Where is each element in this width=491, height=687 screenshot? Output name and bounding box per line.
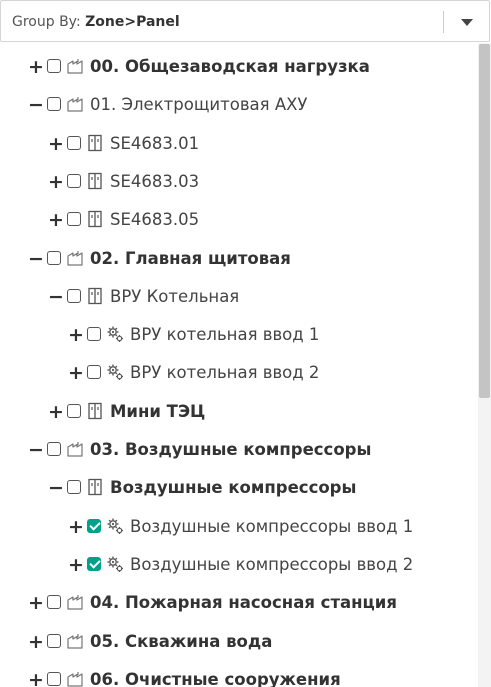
group-by-panel: Group By: Zone>Panel +00. Общезаводская …	[0, 0, 491, 687]
collapse-icon[interactable]: −	[48, 287, 64, 307]
tree-node-checkbox[interactable]	[87, 365, 101, 380]
tree-node-checkbox[interactable]	[47, 59, 61, 73]
expand-icon[interactable]: +	[28, 57, 44, 77]
scrollbar-thumb[interactable]	[479, 44, 490, 398]
panel-icon	[86, 287, 104, 305]
tree-node[interactable]: + ВРУ котельная ввод 2	[0, 355, 478, 393]
expand-icon[interactable]: +	[28, 670, 44, 687]
expand-icon[interactable]: +	[68, 517, 84, 537]
tree-node-checkbox[interactable]	[47, 671, 61, 686]
group-by-value: Zone>Panel	[85, 14, 180, 30]
device-icon	[106, 363, 124, 381]
expand-icon[interactable]: +	[28, 632, 44, 652]
tree-node[interactable]: − 01. Электрощитовая АХУ	[0, 87, 478, 125]
zone-icon	[66, 57, 84, 75]
expand-icon[interactable]: +	[68, 555, 84, 575]
tree-node-checkbox[interactable]	[47, 250, 61, 265]
expand-icon[interactable]: +	[48, 134, 64, 154]
tree-node-label: 03. Воздушные компрессоры	[90, 440, 372, 459]
group-by-dropdown[interactable]: Group By: Zone>Panel	[0, 0, 490, 42]
tree-node-checkbox[interactable]	[67, 480, 81, 495]
tree-node-checkbox[interactable]	[67, 212, 81, 227]
tree-node[interactable]: +04. Пожарная насосная станция	[0, 585, 478, 623]
tree-node[interactable]: +06. Очистные сооружения	[0, 662, 478, 687]
tree-node[interactable]: + Воздушные компрессоры ввод 1	[0, 509, 478, 547]
tree-node[interactable]: + Мини ТЭЦ	[0, 394, 478, 432]
collapse-icon[interactable]: −	[28, 440, 44, 460]
tree-node[interactable]: +00. Общезаводская нагрузка	[0, 49, 478, 87]
expand-icon[interactable]: +	[68, 363, 84, 383]
tree-node-label: 04. Пожарная насосная станция	[90, 593, 397, 613]
tree-node-checkbox[interactable]	[47, 595, 61, 610]
zone-icon	[66, 440, 84, 458]
tree-node-checkbox[interactable]	[67, 173, 81, 188]
tree-node[interactable]: − 03. Воздушные компрессоры	[0, 432, 478, 470]
tree-node-label: SE4683.01	[110, 133, 200, 153]
tree-node[interactable]: +05. Скважина вода	[0, 624, 478, 662]
tree-node-checkbox[interactable]	[67, 135, 81, 150]
tree-node[interactable]: + SE4683.01	[0, 126, 478, 164]
zone-icon	[66, 593, 84, 611]
tree-node[interactable]: − ВРУ Котельная	[0, 279, 478, 317]
tree-node-checkbox[interactable]	[87, 327, 101, 342]
expand-icon[interactable]: +	[28, 593, 44, 613]
tree-node-label: 01. Электрощитовая АХУ	[90, 95, 308, 115]
tree-node-label: ВРУ котельная ввод 2	[130, 363, 320, 383]
tree-node-label: 06. Очистные сооружения	[90, 669, 341, 687]
zone-icon	[66, 670, 84, 687]
expand-icon[interactable]: +	[48, 172, 64, 192]
panel-icon	[86, 402, 104, 420]
expand-icon[interactable]: +	[68, 325, 84, 345]
tree-node-checkbox[interactable]	[87, 556, 101, 571]
panel-icon	[86, 172, 104, 190]
device-icon	[106, 325, 124, 343]
tree-node[interactable]: + Воздушные компрессоры ввод 2	[0, 547, 478, 585]
zone-icon	[66, 95, 84, 113]
panel-icon	[86, 134, 104, 152]
tree-node-checkbox[interactable]	[87, 518, 101, 533]
tree-node-checkbox[interactable]	[67, 403, 81, 418]
zone-icon	[66, 249, 84, 267]
tree-node[interactable]: − Воздушные компрессоры	[0, 470, 478, 508]
tree-node-label: Воздушные компрессоры ввод 2	[130, 554, 414, 574]
panel-icon	[86, 478, 104, 496]
tree-node[interactable]: + SE4683.03	[0, 164, 478, 202]
tree-node-checkbox[interactable]	[47, 442, 61, 456]
tree-node-label: Воздушные компрессоры ввод 1	[130, 516, 414, 536]
dropdown-separator	[443, 11, 444, 33]
tree-node-label: 05. Скважина вода	[90, 631, 273, 651]
panel-icon	[86, 210, 104, 228]
expand-icon[interactable]: +	[48, 402, 64, 422]
tree-node-checkbox[interactable]	[47, 97, 61, 112]
tree-node[interactable]: + SE4683.05	[0, 202, 478, 240]
tree-node-label: ВРУ Котельная	[110, 286, 240, 306]
expand-icon[interactable]: +	[48, 210, 64, 230]
group-by-label: Group By: Zone>Panel	[12, 14, 180, 30]
tree-node[interactable]: + ВРУ котельная ввод 1	[0, 317, 478, 355]
tree-node-label: Воздушные компрессоры	[110, 478, 357, 498]
tree-node-label: 00. Общезаводская нагрузка	[90, 57, 370, 76]
chevron-down-icon[interactable]	[461, 19, 473, 26]
collapse-icon[interactable]: −	[28, 249, 44, 269]
device-icon	[106, 517, 124, 535]
tree-node-label: SE4683.05	[110, 210, 200, 230]
tree-node-label: SE4683.03	[110, 171, 200, 191]
collapse-icon[interactable]: −	[28, 95, 44, 115]
zone-icon	[66, 632, 84, 650]
tree-node-label: ВРУ котельная ввод 1	[130, 325, 320, 345]
zone-panel-tree: +00. Общезаводская нагрузка − 01. Электрощ…	[0, 49, 478, 687]
tree-node-checkbox[interactable]	[67, 288, 81, 303]
tree-node-label: Мини ТЭЦ	[110, 401, 206, 421]
device-icon	[106, 555, 124, 573]
tree-node[interactable]: − 02. Главная щитовая	[0, 241, 478, 279]
tree-node-label: 02. Главная щитовая	[90, 248, 291, 268]
tree-node-checkbox[interactable]	[47, 633, 61, 648]
collapse-icon[interactable]: −	[48, 478, 64, 498]
